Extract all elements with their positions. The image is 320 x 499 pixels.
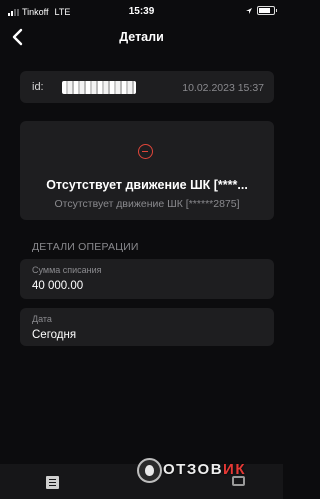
operation-id-label: id: [32, 81, 44, 93]
watermark-text-main: ОТЗОВ [163, 461, 224, 478]
battery-level [259, 8, 270, 13]
date-field: Дата Сегодня [20, 308, 274, 346]
details-section-title: ДЕТАЛИ ОПЕРАЦИИ [32, 241, 139, 253]
watermark-text-accent: ИК [223, 461, 246, 478]
status-bar: Tinkoff LTE 15:39 [0, 0, 283, 22]
operation-id-card: id: 10.02.2023 15:37 [20, 71, 274, 103]
status-subtitle: Отсутствует движение ШК [******2875] [54, 198, 240, 210]
error-circle-icon [138, 144, 153, 159]
page-title: Детали [119, 30, 164, 44]
battery-icon [257, 6, 277, 15]
amount-value: 40 000.00 [32, 280, 84, 292]
status-time: 15:39 [128, 6, 155, 17]
amount-field: Сумма списания 40 000.00 [20, 259, 274, 299]
watermark-logo-icon [137, 458, 162, 483]
operation-status-card: Отсутствует движение ШК [****... Отсутст… [20, 121, 274, 220]
watermark-text: ОТЗОВИК [163, 461, 246, 478]
date-label: Дата [32, 314, 52, 324]
status-title: Отсутствует движение ШК [****... [46, 178, 248, 192]
redacted-id-mask [62, 81, 136, 94]
date-value: Сегодня [32, 329, 77, 341]
operation-datetime: 10.02.2023 15:37 [182, 82, 264, 94]
status-right [245, 6, 277, 15]
amount-label: Сумма списания [32, 265, 102, 275]
location-arrow-icon [246, 7, 252, 14]
document-icon[interactable] [46, 476, 59, 489]
nav-bar: Детали [0, 22, 283, 52]
